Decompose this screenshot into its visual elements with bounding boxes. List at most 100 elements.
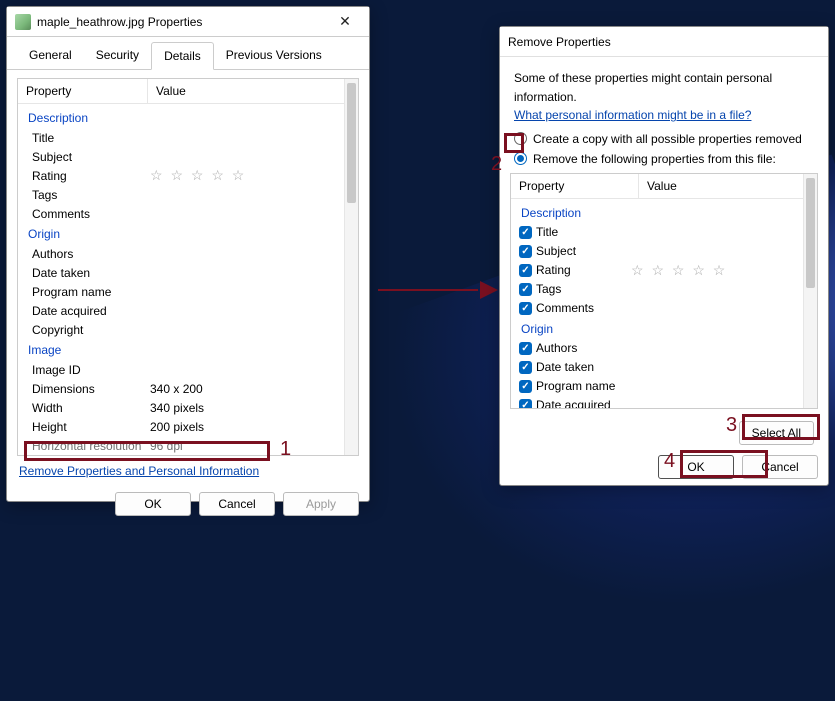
property-name: Date acquired <box>32 304 150 318</box>
intro-text-block: Some of these properties might contain p… <box>500 57 828 129</box>
tab-strip: GeneralSecurityDetailsPrevious Versions <box>7 37 369 70</box>
checkbox-icon[interactable]: ✓ <box>519 245 532 258</box>
property-name: Width <box>32 401 150 415</box>
cancel-button[interactable]: Cancel <box>199 492 275 516</box>
property-check-row[interactable]: ✓Rating☆ ☆ ☆ ☆ ☆ <box>511 261 803 280</box>
property-name: ✓Subject <box>519 244 631 258</box>
cancel-button[interactable]: Cancel <box>742 455 818 479</box>
property-column-header[interactable]: Property <box>511 174 639 198</box>
property-row[interactable]: Horizontal resolution96 dpi <box>18 436 344 455</box>
remove-properties-dialog: Remove Properties Some of these properti… <box>499 26 829 486</box>
scrollbar[interactable] <box>803 174 817 408</box>
property-row[interactable]: Authors <box>18 244 344 263</box>
ok-button[interactable]: OK <box>658 455 734 479</box>
tab-security[interactable]: Security <box>84 42 151 70</box>
radio-remove-following[interactable]: Remove the following properties from thi… <box>500 149 828 169</box>
property-list-header: Property Value <box>511 174 817 199</box>
property-row[interactable]: Copyright <box>18 320 344 339</box>
property-check-row[interactable]: ✓Tags <box>511 280 803 299</box>
checkbox-icon[interactable]: ✓ <box>519 226 532 239</box>
checkbox-icon[interactable]: ✓ <box>519 264 532 277</box>
property-row[interactable]: Date acquired <box>18 301 344 320</box>
property-row[interactable]: Date taken <box>18 263 344 282</box>
close-icon: ✕ <box>339 13 351 30</box>
property-check-row[interactable]: ✓Date acquired <box>511 396 803 408</box>
property-name: ✓Title <box>519 225 631 239</box>
checkbox-icon[interactable]: ✓ <box>519 361 532 374</box>
property-name: Tags <box>32 188 150 202</box>
scrollbar[interactable] <box>344 79 358 455</box>
property-name: Image ID <box>32 363 150 377</box>
radio-icon <box>514 132 527 145</box>
checkbox-icon[interactable]: ✓ <box>519 302 532 315</box>
property-checklist: Property Value Description ✓Title ✓Subject… <box>510 173 818 409</box>
section-header: Origin <box>511 318 803 339</box>
window-title: Remove Properties <box>508 35 611 49</box>
property-name: ✓Date acquired <box>519 398 631 408</box>
tab-details[interactable]: Details <box>151 42 214 70</box>
property-value: 340 pixels <box>150 401 344 415</box>
property-column-header[interactable]: Property <box>18 79 148 103</box>
property-check-row[interactable]: ✓Authors <box>511 339 803 358</box>
file-thumbnail-icon <box>15 14 31 30</box>
property-row[interactable]: Dimensions340 x 200 <box>18 379 344 398</box>
intro-text: Some of these properties might contain p… <box>514 71 772 104</box>
property-row[interactable]: Rating☆ ☆ ☆ ☆ ☆ <box>18 166 344 185</box>
radio-create-copy[interactable]: Create a copy with all possible properti… <box>500 129 828 149</box>
checkbox-icon[interactable]: ✓ <box>519 342 532 355</box>
ok-button[interactable]: OK <box>115 492 191 516</box>
property-name: Dimensions <box>32 382 150 396</box>
section-header: Description <box>511 202 803 223</box>
property-value: 200 pixels <box>150 420 344 434</box>
tab-previous-versions[interactable]: Previous Versions <box>214 42 334 70</box>
checkbox-icon[interactable]: ✓ <box>519 283 532 296</box>
personal-info-help-link[interactable]: What personal information might be in a … <box>514 108 751 122</box>
property-list-header: Property Value <box>18 79 358 104</box>
property-value: 96 dpi <box>150 439 344 453</box>
scroll-thumb[interactable] <box>347 83 356 203</box>
property-row[interactable]: Program name <box>18 282 344 301</box>
checkbox-icon[interactable]: ✓ <box>519 380 532 393</box>
select-all-button[interactable]: Select All <box>739 421 814 445</box>
property-check-row[interactable]: ✓Program name <box>511 377 803 396</box>
property-name: ✓Comments <box>519 301 631 315</box>
radio-icon <box>514 152 527 165</box>
property-name: Height <box>32 420 150 434</box>
apply-button[interactable]: Apply <box>283 492 359 516</box>
property-row[interactable]: Subject <box>18 147 344 166</box>
value-column-header[interactable]: Value <box>148 79 358 103</box>
property-row[interactable]: Height200 pixels <box>18 417 344 436</box>
property-row[interactable]: Image ID <box>18 360 344 379</box>
property-value: ☆ ☆ ☆ ☆ ☆ <box>150 167 344 184</box>
property-list: Property Value DescriptionTitleSubjectRa… <box>17 78 359 456</box>
annotation-arrow <box>378 284 498 296</box>
scroll-thumb[interactable] <box>806 178 815 288</box>
property-value: 340 x 200 <box>150 382 344 396</box>
value-column-header[interactable]: Value <box>639 174 817 198</box>
property-name: Subject <box>32 150 150 164</box>
property-name: ✓Date taken <box>519 360 631 374</box>
titlebar[interactable]: Remove Properties <box>500 27 828 57</box>
dialog-button-row: OK Cancel Apply <box>7 486 369 522</box>
checkbox-icon[interactable]: ✓ <box>519 399 532 408</box>
titlebar[interactable]: maple_heathrow.jpg Properties ✕ <box>7 7 369 37</box>
remove-properties-link[interactable]: Remove Properties and Personal Informati… <box>17 456 261 482</box>
close-button[interactable]: ✕ <box>325 10 365 34</box>
property-row[interactable]: Width340 pixels <box>18 398 344 417</box>
property-name: Horizontal resolution <box>32 439 150 453</box>
property-name: Rating <box>32 169 150 183</box>
property-name: Copyright <box>32 323 150 337</box>
property-check-row[interactable]: ✓Comments <box>511 299 803 318</box>
property-check-row[interactable]: ✓Title <box>511 223 803 242</box>
property-row[interactable]: Tags <box>18 185 344 204</box>
property-check-row[interactable]: ✓Subject <box>511 242 803 261</box>
tab-general[interactable]: General <box>17 42 84 70</box>
property-name: ✓Authors <box>519 341 631 355</box>
property-name: Comments <box>32 207 150 221</box>
property-name: ✓Program name <box>519 379 631 393</box>
property-check-row[interactable]: ✓Date taken <box>511 358 803 377</box>
property-row[interactable]: Title <box>18 128 344 147</box>
properties-dialog: maple_heathrow.jpg Properties ✕ GeneralS… <box>6 6 370 502</box>
property-name: ✓Tags <box>519 282 631 296</box>
property-row[interactable]: Comments <box>18 204 344 223</box>
